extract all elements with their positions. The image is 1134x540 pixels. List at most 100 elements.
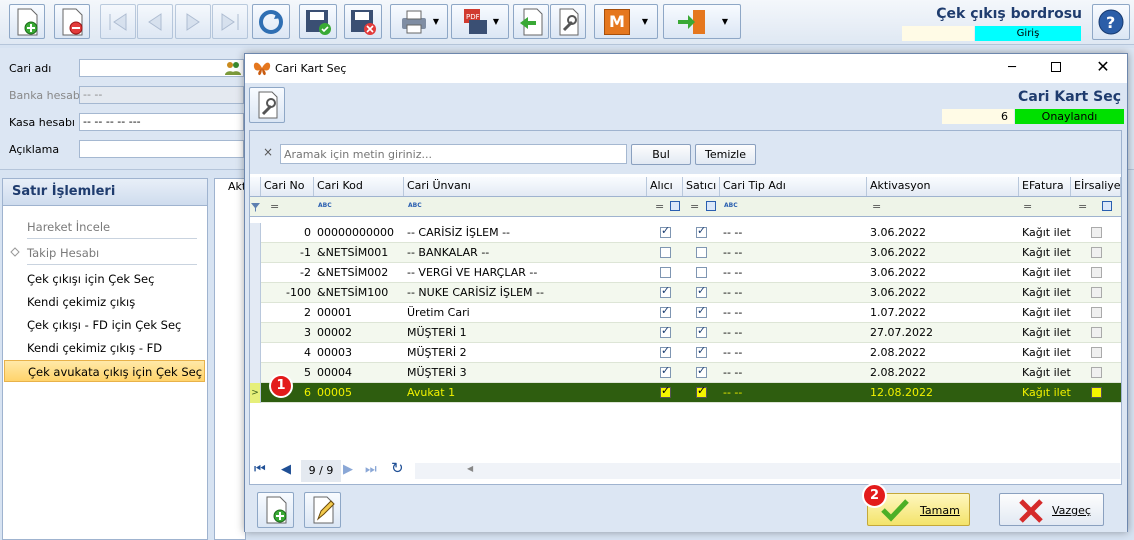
- search-input[interactable]: [280, 144, 627, 164]
- pager-last-button[interactable]: ⏭: [365, 462, 377, 477]
- checkbox-satici[interactable]: [696, 247, 707, 258]
- column-header-efatura[interactable]: EFatura: [1019, 177, 1071, 196]
- checkbox-satici[interactable]: [696, 267, 707, 278]
- cari-input[interactable]: [79, 59, 244, 77]
- checkbox-alici[interactable]: [660, 344, 671, 358]
- checkbox-eirsaliye[interactable]: [1091, 347, 1102, 358]
- checkbox-eirsaliye[interactable]: [1091, 387, 1102, 398]
- kasa-input[interactable]: -- -- -- -- ---: [79, 113, 244, 131]
- column-header-cari-unvani[interactable]: Cari Ünvanı: [404, 177, 647, 196]
- table-row[interactable]: -1 &NETSİM001 -- BANKALAR -- -- -- 3.06.2022…: [250, 243, 1121, 263]
- filter-op-eirsaliye[interactable]: =: [1078, 200, 1087, 213]
- import-button[interactable]: [513, 4, 549, 39]
- table-row[interactable]: 3 00002 MÜŞTERİ 1 -- -- 27.07.2022 Kağıt ilet…: [250, 323, 1121, 343]
- cancel-changes-button[interactable]: [344, 4, 382, 39]
- row-selector-current-icon[interactable]: >: [250, 383, 261, 403]
- table-row[interactable]: >600005Avukat 1-- --12.08.2022Kağıt ilet…: [250, 383, 1121, 403]
- filter-toggle-eirsaliye-icon[interactable]: [1102, 201, 1112, 211]
- column-header-satici[interactable]: Satıcı: [683, 177, 720, 196]
- search-clear-icon[interactable]: ×: [263, 145, 273, 159]
- table-row[interactable]: 4 00003 MÜŞTERİ 2 -- -- 2.08.2022 Kağıt ileti…: [250, 343, 1121, 363]
- column-header-aktivasyon[interactable]: Aktivasyon: [867, 177, 1019, 196]
- checkbox-eirsaliye[interactable]: [1091, 227, 1102, 238]
- horizontal-scrollbar[interactable]: [415, 463, 1120, 479]
- filter-op-alici[interactable]: =: [655, 200, 664, 213]
- dialog-maximize-button[interactable]: [1051, 62, 1061, 72]
- people-icon[interactable]: [225, 61, 241, 75]
- filter-abc-cari-tip[interactable]: ABC: [724, 202, 738, 209]
- checkbox-alici[interactable]: [660, 364, 671, 378]
- row-selector[interactable]: [250, 223, 261, 243]
- clear-button[interactable]: Temizle: [695, 144, 756, 165]
- checkbox-satici[interactable]: [696, 304, 707, 318]
- row-selector[interactable]: [250, 363, 261, 383]
- checkbox-alici[interactable]: [660, 267, 671, 278]
- export-dropdown-arrow[interactable]: ▼: [493, 17, 499, 26]
- filter-op-efatura[interactable]: =: [1023, 200, 1032, 213]
- column-header-cari-no[interactable]: Cari No: [261, 177, 314, 196]
- checkbox-alici[interactable]: [660, 304, 671, 318]
- table-row[interactable]: 000000000000-- CARİSİZ İŞLEM ---- --3.06…: [250, 223, 1121, 243]
- last-record-button[interactable]: [212, 4, 248, 39]
- checkbox-alici[interactable]: [660, 384, 671, 398]
- column-header-alici[interactable]: Alıcı: [647, 177, 683, 196]
- checkbox-alici[interactable]: [660, 247, 671, 258]
- dialog-minimize-button[interactable]: ─: [1005, 60, 1019, 75]
- sidebar-item-cek-sec-fd[interactable]: Çek çıkışı - FD için Çek Seç: [4, 314, 205, 336]
- sidebar-item-cek-sec[interactable]: Çek çıkışı için Çek Seç: [4, 268, 205, 290]
- sidebar-item-kendi-cekimiz[interactable]: Kendi çekimiz çıkış: [4, 291, 205, 313]
- table-row[interactable]: -2 &NETSİM002 -- VERGİ VE HARÇLAR -- -- -- 3…: [250, 263, 1121, 283]
- row-selector[interactable]: [250, 263, 261, 283]
- checkbox-eirsaliye[interactable]: [1091, 367, 1102, 378]
- settings-tools-button[interactable]: [550, 4, 586, 39]
- scroll-left-arrow[interactable]: ◀: [467, 464, 473, 473]
- sidebar-item-kendi-cekimiz-fd[interactable]: Kendi çekimiz çıkış - FD: [4, 337, 205, 359]
- filter-op-cari-no[interactable]: =: [270, 200, 279, 213]
- checkbox-eirsaliye[interactable]: [1091, 247, 1102, 258]
- exit-button[interactable]: ▼: [663, 4, 741, 39]
- exit-dropdown-arrow[interactable]: ▼: [722, 17, 728, 26]
- print-button[interactable]: ▼: [390, 4, 448, 39]
- checkbox-satici[interactable]: [696, 384, 707, 398]
- edit-cari-button[interactable]: [304, 492, 341, 528]
- filter-abc-cari-unvani[interactable]: ABC: [408, 202, 422, 209]
- m-module-button[interactable]: M ▼: [594, 4, 658, 39]
- table-row[interactable]: 500004MÜŞTERİ 3-- --2.08.2022Kağıt ileti…: [250, 363, 1121, 383]
- first-record-button[interactable]: [100, 4, 136, 39]
- delete-record-button[interactable]: [54, 4, 90, 39]
- filter-op-satici[interactable]: =: [690, 200, 699, 213]
- checkbox-eirsaliye[interactable]: [1091, 287, 1102, 298]
- export-pdf-button[interactable]: PDF ▼: [451, 4, 509, 39]
- column-header-eirsaliye[interactable]: Eİrsaliye: [1071, 177, 1121, 196]
- table-row[interactable]: 2 00001 Üretim Cari -- -- 1.07.2022 Kağıt ile…: [250, 303, 1121, 323]
- checkbox-satici[interactable]: [696, 344, 707, 358]
- row-selector[interactable]: [250, 303, 261, 323]
- filter-toggle-alici-icon[interactable]: [670, 201, 680, 211]
- table-row[interactable]: -100&NETSİM100 -- NUKE CARİSİZ İŞLEM -- --…: [250, 283, 1121, 303]
- add-cari-button[interactable]: [257, 492, 294, 528]
- pager-refresh-button[interactable]: ↻: [391, 459, 404, 477]
- sidebar-item-takip-hesabi[interactable]: Takip Hesabı: [4, 242, 205, 264]
- filter-abc-cari-kod[interactable]: ABC: [318, 202, 332, 209]
- cancel-button[interactable]: Vazgeç: [999, 493, 1104, 526]
- checkbox-satici[interactable]: [696, 324, 707, 338]
- row-selector[interactable]: [250, 243, 261, 263]
- checkbox-satici[interactable]: [696, 284, 707, 298]
- checkbox-alici[interactable]: [660, 324, 671, 338]
- pager-prev-button[interactable]: ◀: [281, 462, 291, 477]
- new-record-button[interactable]: [9, 4, 45, 39]
- aciklama-input[interactable]: [79, 140, 244, 158]
- banka-input[interactable]: -- --: [79, 86, 244, 104]
- help-button[interactable]: ?: [1092, 4, 1130, 40]
- next-record-button[interactable]: [175, 4, 211, 39]
- checkbox-eirsaliye[interactable]: [1091, 307, 1102, 318]
- row-selector[interactable]: [250, 343, 261, 363]
- m-module-dropdown-arrow[interactable]: ▼: [642, 17, 648, 26]
- column-header-cari-kod[interactable]: Cari Kod: [314, 177, 404, 196]
- checkbox-eirsaliye[interactable]: [1091, 267, 1102, 278]
- dialog-tools-button[interactable]: [249, 87, 285, 123]
- pager-next-button[interactable]: ▶: [343, 462, 353, 477]
- print-dropdown-arrow[interactable]: ▼: [433, 17, 439, 26]
- checkbox-alici[interactable]: [660, 284, 671, 298]
- checkbox-satici[interactable]: [696, 364, 707, 378]
